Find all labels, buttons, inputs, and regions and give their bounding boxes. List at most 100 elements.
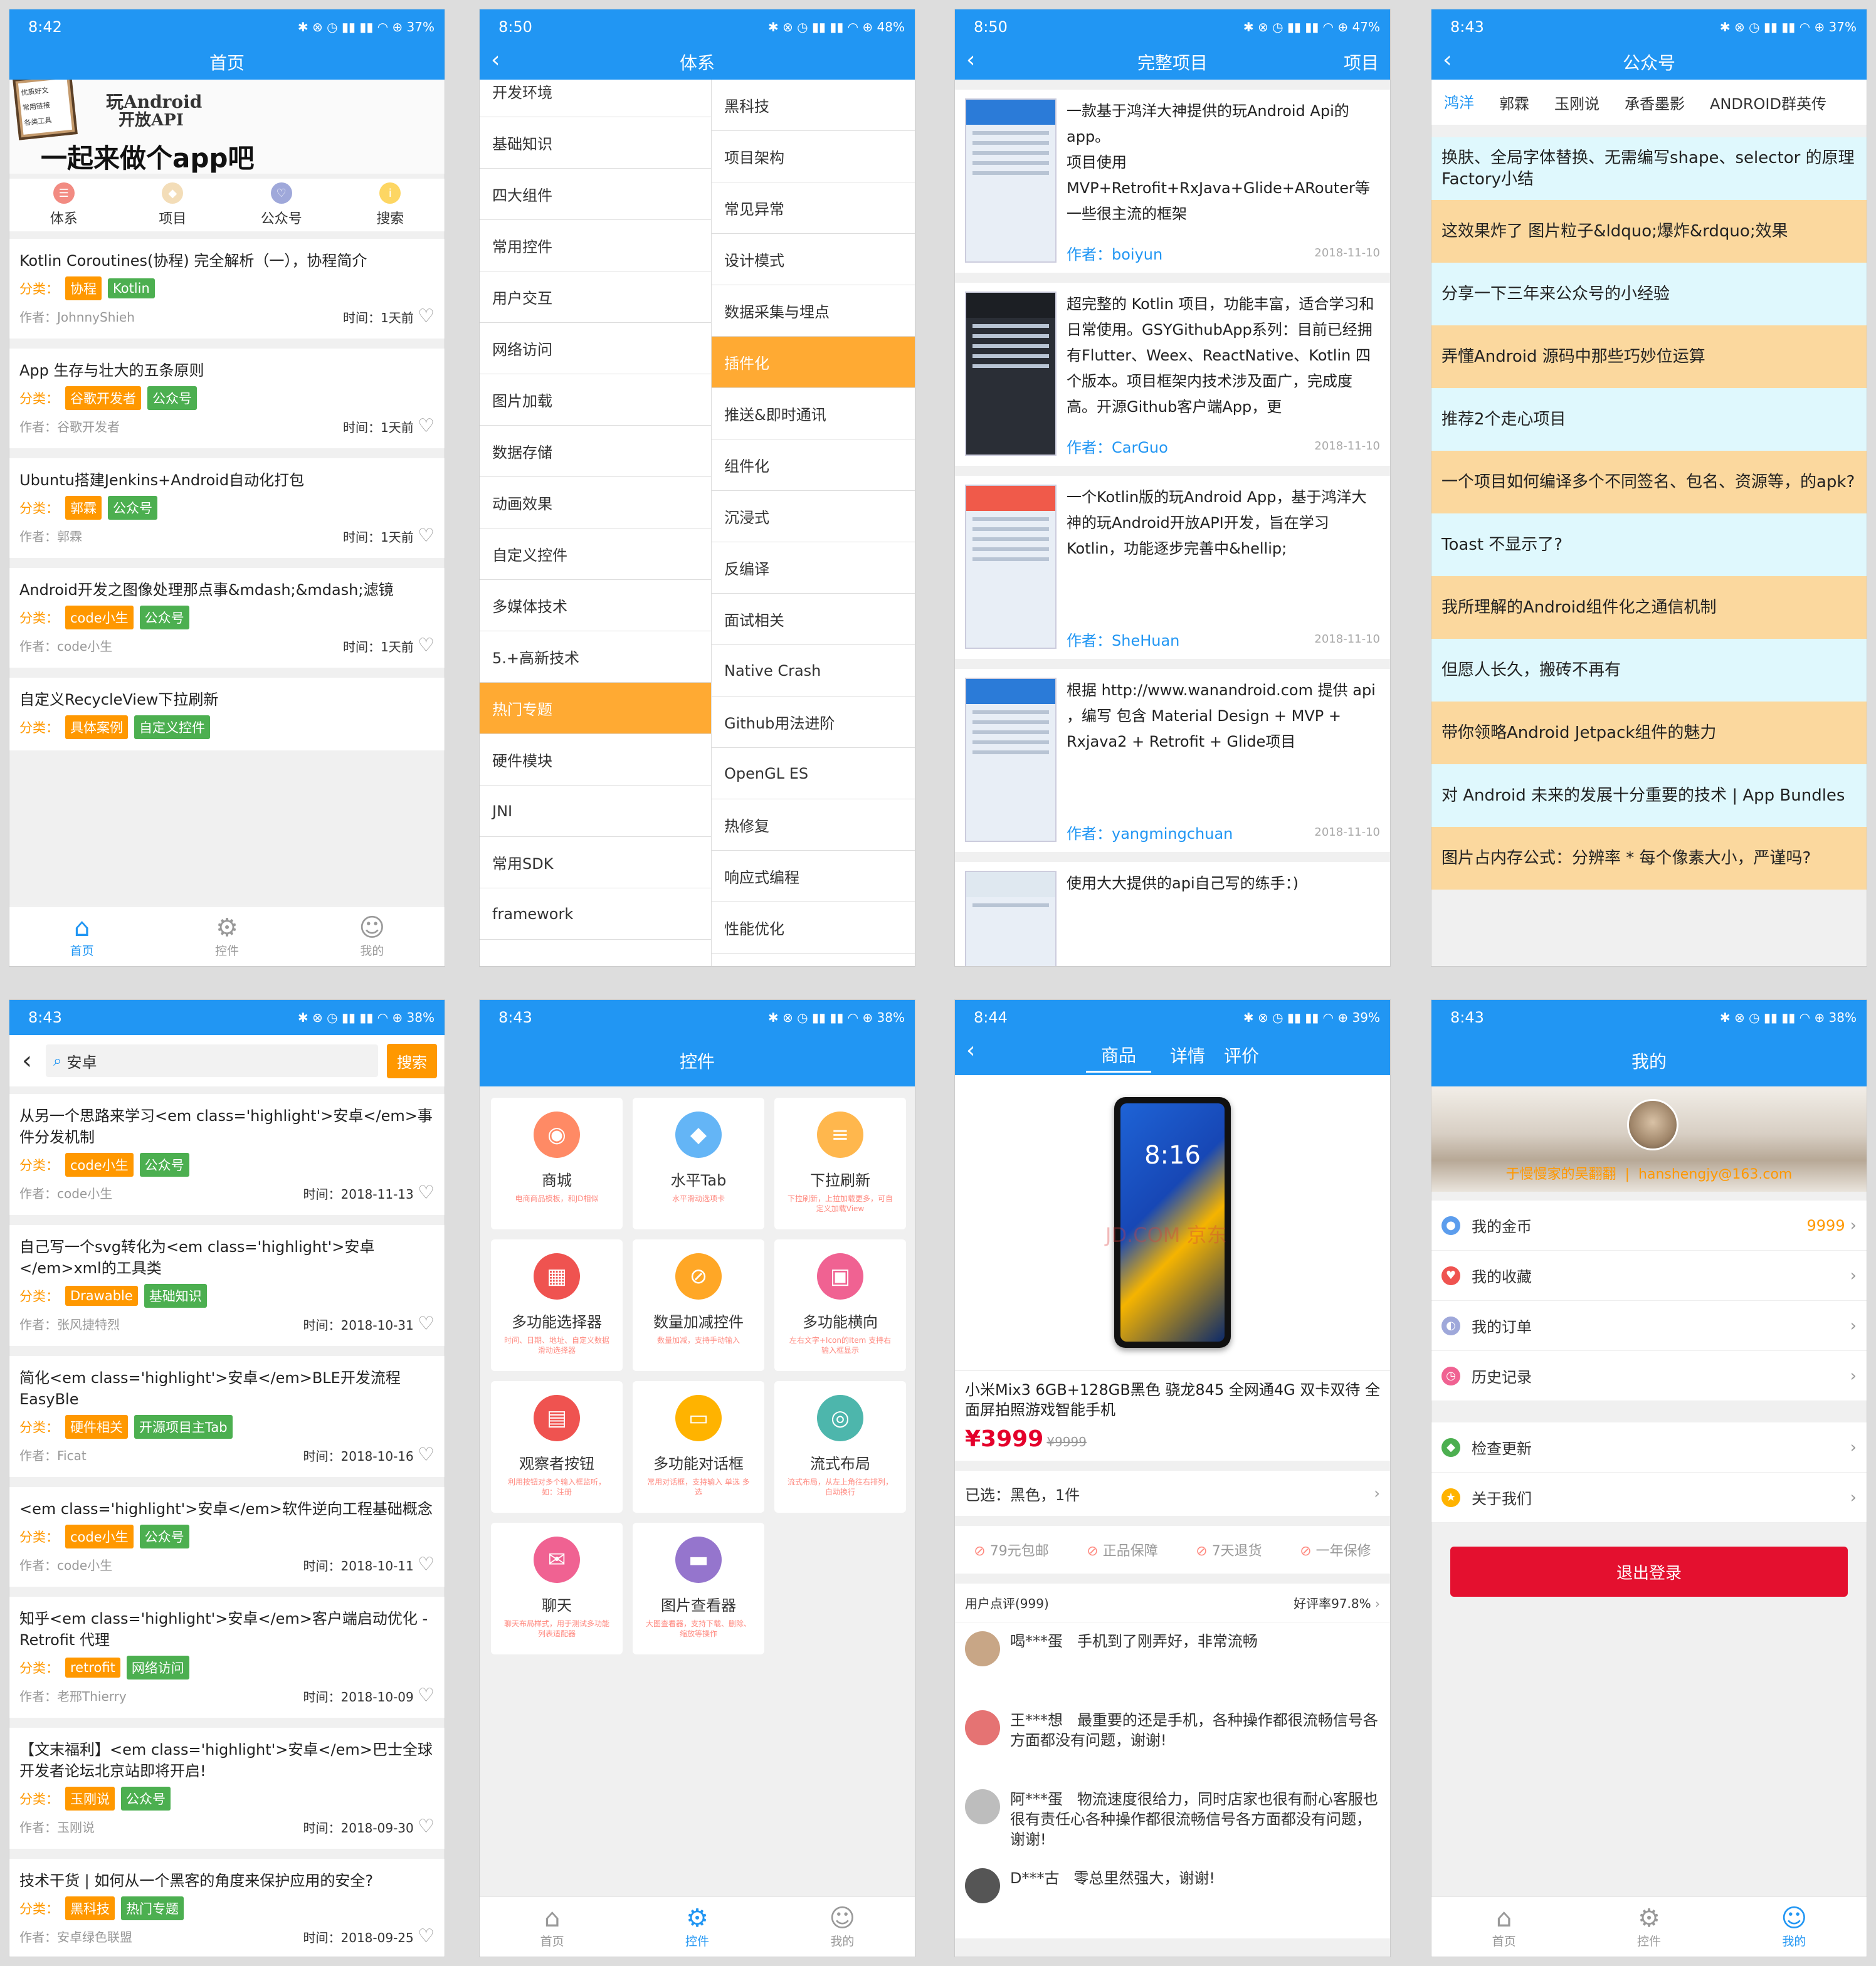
tag[interactable]: code小生 bbox=[65, 1525, 134, 1548]
nav-widgets[interactable]: ⚙ 控件 bbox=[154, 907, 299, 966]
search-result[interactable]: 简化<em class='highlight'>安卓</em>BLE开发流程 E… bbox=[9, 1356, 445, 1477]
banner[interactable]: 优质好文 常用链接 各类工具 玩Android 开放API 一起来做个app吧 bbox=[9, 80, 445, 174]
tag[interactable]: 协程 bbox=[65, 276, 102, 300]
system-item[interactable]: 响应式编程 bbox=[712, 851, 915, 902]
wechat-article[interactable]: 带你领略Android Jetpack组件的魅力 bbox=[1431, 702, 1867, 764]
tab-android-heroes[interactable]: ANDROID群英传 bbox=[1697, 80, 1839, 125]
system-item[interactable]: 多媒体技术 bbox=[480, 580, 711, 631]
tag[interactable]: 公众号 bbox=[147, 386, 197, 410]
system-item-selected[interactable]: 热门专题 bbox=[480, 683, 711, 734]
system-item[interactable]: 常见异常 bbox=[712, 182, 915, 234]
heart-icon[interactable]: ♡ bbox=[418, 1553, 435, 1575]
tag[interactable]: 硬件相关 bbox=[65, 1415, 128, 1439]
system-item[interactable]: 硬件模块 bbox=[480, 734, 711, 786]
heart-icon[interactable]: ♡ bbox=[418, 525, 435, 547]
wechat-article[interactable]: Toast 不显示了? bbox=[1431, 513, 1867, 576]
search-input[interactable]: ⌕ 安卓 bbox=[46, 1044, 378, 1077]
project-author[interactable]: 作者：CarGuo bbox=[1067, 435, 1168, 457]
tab-yugang[interactable]: 玉刚说 bbox=[1542, 80, 1612, 125]
tab-chengxiang[interactable]: 承香墨影 bbox=[1612, 80, 1697, 125]
back-icon[interactable]: ‹ bbox=[491, 47, 500, 73]
project-card[interactable]: 使用大大提供的api自己写的练手：) bbox=[955, 862, 1390, 966]
system-item[interactable]: 基础知识 bbox=[480, 117, 711, 169]
article-card[interactable]: App 生存与壮大的五条原则 分类： 谷歌开发者 公众号 作者：谷歌开发者 时间：1天前 … bbox=[9, 349, 445, 448]
project-card[interactable]: 一款基于鸿洋大神提供的玩Android Api的app。 项目使用MVP+Ret… bbox=[955, 90, 1390, 273]
tag[interactable]: retrofit bbox=[65, 1658, 120, 1678]
tag[interactable]: 谷歌开发者 bbox=[65, 386, 141, 410]
reviews-header[interactable]: 用户点评(999) 好评率97.8% › bbox=[955, 1584, 1390, 1622]
tag[interactable]: 公众号 bbox=[121, 1787, 171, 1811]
tab-detail[interactable]: 详情 bbox=[1170, 1043, 1205, 1068]
tag[interactable]: code小生 bbox=[65, 606, 134, 629]
tag[interactable]: code小生 bbox=[65, 1153, 134, 1177]
category-wechat[interactable]: ♡ 公众号 bbox=[227, 179, 336, 231]
category-project[interactable]: ◆ 项目 bbox=[119, 179, 228, 231]
search-result[interactable]: 技术干货 | 如何从一个黑客的角度来保护应用的安全? 分类： 黑科技 热门专题 作者：安… bbox=[9, 1859, 445, 1957]
menu-orders[interactable]: ◐ 我的订单 › bbox=[1431, 1301, 1867, 1351]
project-card[interactable]: 超完整的 Kotlin 项目，功能丰富，适合学习和日常使用。GSYGithubA… bbox=[955, 283, 1390, 466]
project-author[interactable]: 作者：SheHuan bbox=[1067, 628, 1179, 650]
system-item[interactable]: 自定义控件 bbox=[480, 528, 711, 580]
heart-icon[interactable]: ♡ bbox=[418, 1816, 435, 1837]
tag[interactable]: 网络访问 bbox=[126, 1656, 189, 1680]
tab-guolin[interactable]: 郭霖 bbox=[1487, 80, 1542, 125]
wechat-article[interactable]: 我所理解的Android组件化之通信机制 bbox=[1431, 576, 1867, 639]
system-item[interactable]: 图片加载 bbox=[480, 374, 711, 426]
heart-icon[interactable]: ♡ bbox=[418, 1444, 435, 1466]
heart-icon[interactable]: ♡ bbox=[418, 1685, 435, 1706]
heart-icon[interactable]: ♡ bbox=[418, 1313, 435, 1335]
tag[interactable]: 公众号 bbox=[108, 496, 157, 520]
system-item[interactable]: 推送&即时通讯 bbox=[712, 388, 915, 439]
menu-about[interactable]: ★ 关于我们 › bbox=[1431, 1473, 1867, 1523]
tag[interactable]: 开源项目主Tab bbox=[134, 1415, 233, 1439]
tag[interactable]: 黑科技 bbox=[65, 1896, 115, 1920]
heart-icon[interactable]: ♡ bbox=[418, 634, 435, 656]
wechat-article[interactable]: 换肤、全局字体替换、无需编写shape、selector 的原理Factory小… bbox=[1431, 137, 1867, 200]
tag[interactable]: 公众号 bbox=[139, 1525, 189, 1548]
system-item-selected[interactable]: 插件化 bbox=[712, 337, 915, 388]
nav-widgets[interactable]: ⚙ 控件 bbox=[624, 1897, 769, 1957]
tag[interactable]: 公众号 bbox=[139, 1153, 189, 1177]
tag[interactable]: 郭霖 bbox=[65, 496, 102, 520]
search-result[interactable]: 【文末福利】<em class='highlight'>安卓</em>巴士全球开… bbox=[9, 1728, 445, 1849]
system-item[interactable]: 项目架构 bbox=[712, 131, 915, 182]
search-result[interactable]: <em class='highlight'>安卓</em>软件逆向工程基础概念分… bbox=[9, 1487, 445, 1587]
article-card[interactable]: Ubuntu搭建Jenkins+Android自动化打包 分类： 郭霖 公众号 作者：郭… bbox=[9, 458, 445, 558]
tab-hongyang[interactable]: 鸿洋 bbox=[1431, 80, 1487, 125]
widget-observer[interactable]: ▤ 观察者按钮 利用按钮对多个输入框监听，如：注册 bbox=[491, 1381, 623, 1513]
system-item[interactable]: Native Crash bbox=[712, 645, 915, 697]
system-item[interactable]: 网络访问 bbox=[480, 323, 711, 374]
tag[interactable]: 具体案例 bbox=[65, 715, 128, 739]
search-result[interactable]: 知乎<em class='highlight'>安卓</em>客户端启动优化 -… bbox=[9, 1597, 445, 1718]
back-icon[interactable]: ‹ bbox=[966, 1038, 975, 1063]
system-item[interactable]: 用户交互 bbox=[480, 271, 711, 323]
widget-stepper[interactable]: ⊘ 数量加减控件 数量加减，支持手动输入 bbox=[633, 1239, 764, 1371]
widget-image-viewer[interactable]: ▬ 图片查看器 大图查看器，支持下载、删除、缩放等操作 bbox=[633, 1523, 764, 1654]
system-item[interactable]: 常用控件 bbox=[480, 220, 711, 271]
back-icon[interactable]: ‹ bbox=[966, 47, 975, 73]
wechat-article[interactable]: 这效果炸了 图片粒子&ldquo;爆炸&rdquo;效果 bbox=[1431, 200, 1867, 263]
search-result[interactable]: 从另一个思路来学习<em class='highlight'>安卓</em>事件… bbox=[9, 1094, 445, 1215]
article-card[interactable]: 自定义RecycleView下拉刷新 分类： 具体案例 自定义控件 bbox=[9, 678, 445, 750]
system-item[interactable]: 沉浸式 bbox=[712, 491, 915, 542]
widget-dialog[interactable]: ▭ 多功能对话框 常用对话框，支持输入 单选 多选 bbox=[633, 1381, 764, 1513]
heart-icon[interactable]: ♡ bbox=[418, 415, 435, 437]
widget-horizontal[interactable]: ▣ 多功能横向 左右文字+Icon的Item 支持右输入框显示 bbox=[774, 1239, 906, 1371]
menu-history[interactable]: ◷ 历史记录 › bbox=[1431, 1351, 1867, 1401]
widget-picker[interactable]: ▦ 多功能选择器 时间、日期、地址、自定义数据滑动选择器 bbox=[491, 1239, 623, 1371]
nav-home[interactable]: ⌂ 首页 bbox=[1431, 1897, 1576, 1957]
product-image[interactable]: 8:16 JD.COM 京东 bbox=[955, 1075, 1390, 1370]
menu-update[interactable]: ◆ 检查更新 › bbox=[1431, 1422, 1867, 1473]
spec-selector[interactable]: 已选：黑色，1件 › bbox=[955, 1471, 1390, 1516]
system-item[interactable]: 热修复 bbox=[712, 799, 915, 851]
wechat-article[interactable]: 弄懂Android 源码中那些巧妙位运算 bbox=[1431, 325, 1867, 388]
widget-flow[interactable]: ◎ 流式布局 流式布局，从左上角往右排列，自动换行 bbox=[774, 1381, 906, 1513]
wechat-article[interactable]: 对 Android 未来的发展十分重要的技术 | App Bundles bbox=[1431, 764, 1867, 827]
system-item[interactable]: 反编译 bbox=[712, 542, 915, 594]
widget-chat[interactable]: ✉ 聊天 聊天布局样式，用于测试多功能列表适配器 bbox=[491, 1523, 623, 1654]
tag[interactable]: 自定义控件 bbox=[134, 715, 210, 739]
wechat-article[interactable]: 但愿人长久，搬砖不再有 bbox=[1431, 639, 1867, 702]
project-card[interactable]: 一个Kotlin版的玩Android App，基于鸿洋大神的玩Android开放… bbox=[955, 476, 1390, 659]
nav-mine[interactable]: ☺ 我的 bbox=[300, 907, 445, 966]
wechat-article[interactable]: 一个项目如何编译多个不同签名、包名、资源等，的apk? bbox=[1431, 451, 1867, 513]
